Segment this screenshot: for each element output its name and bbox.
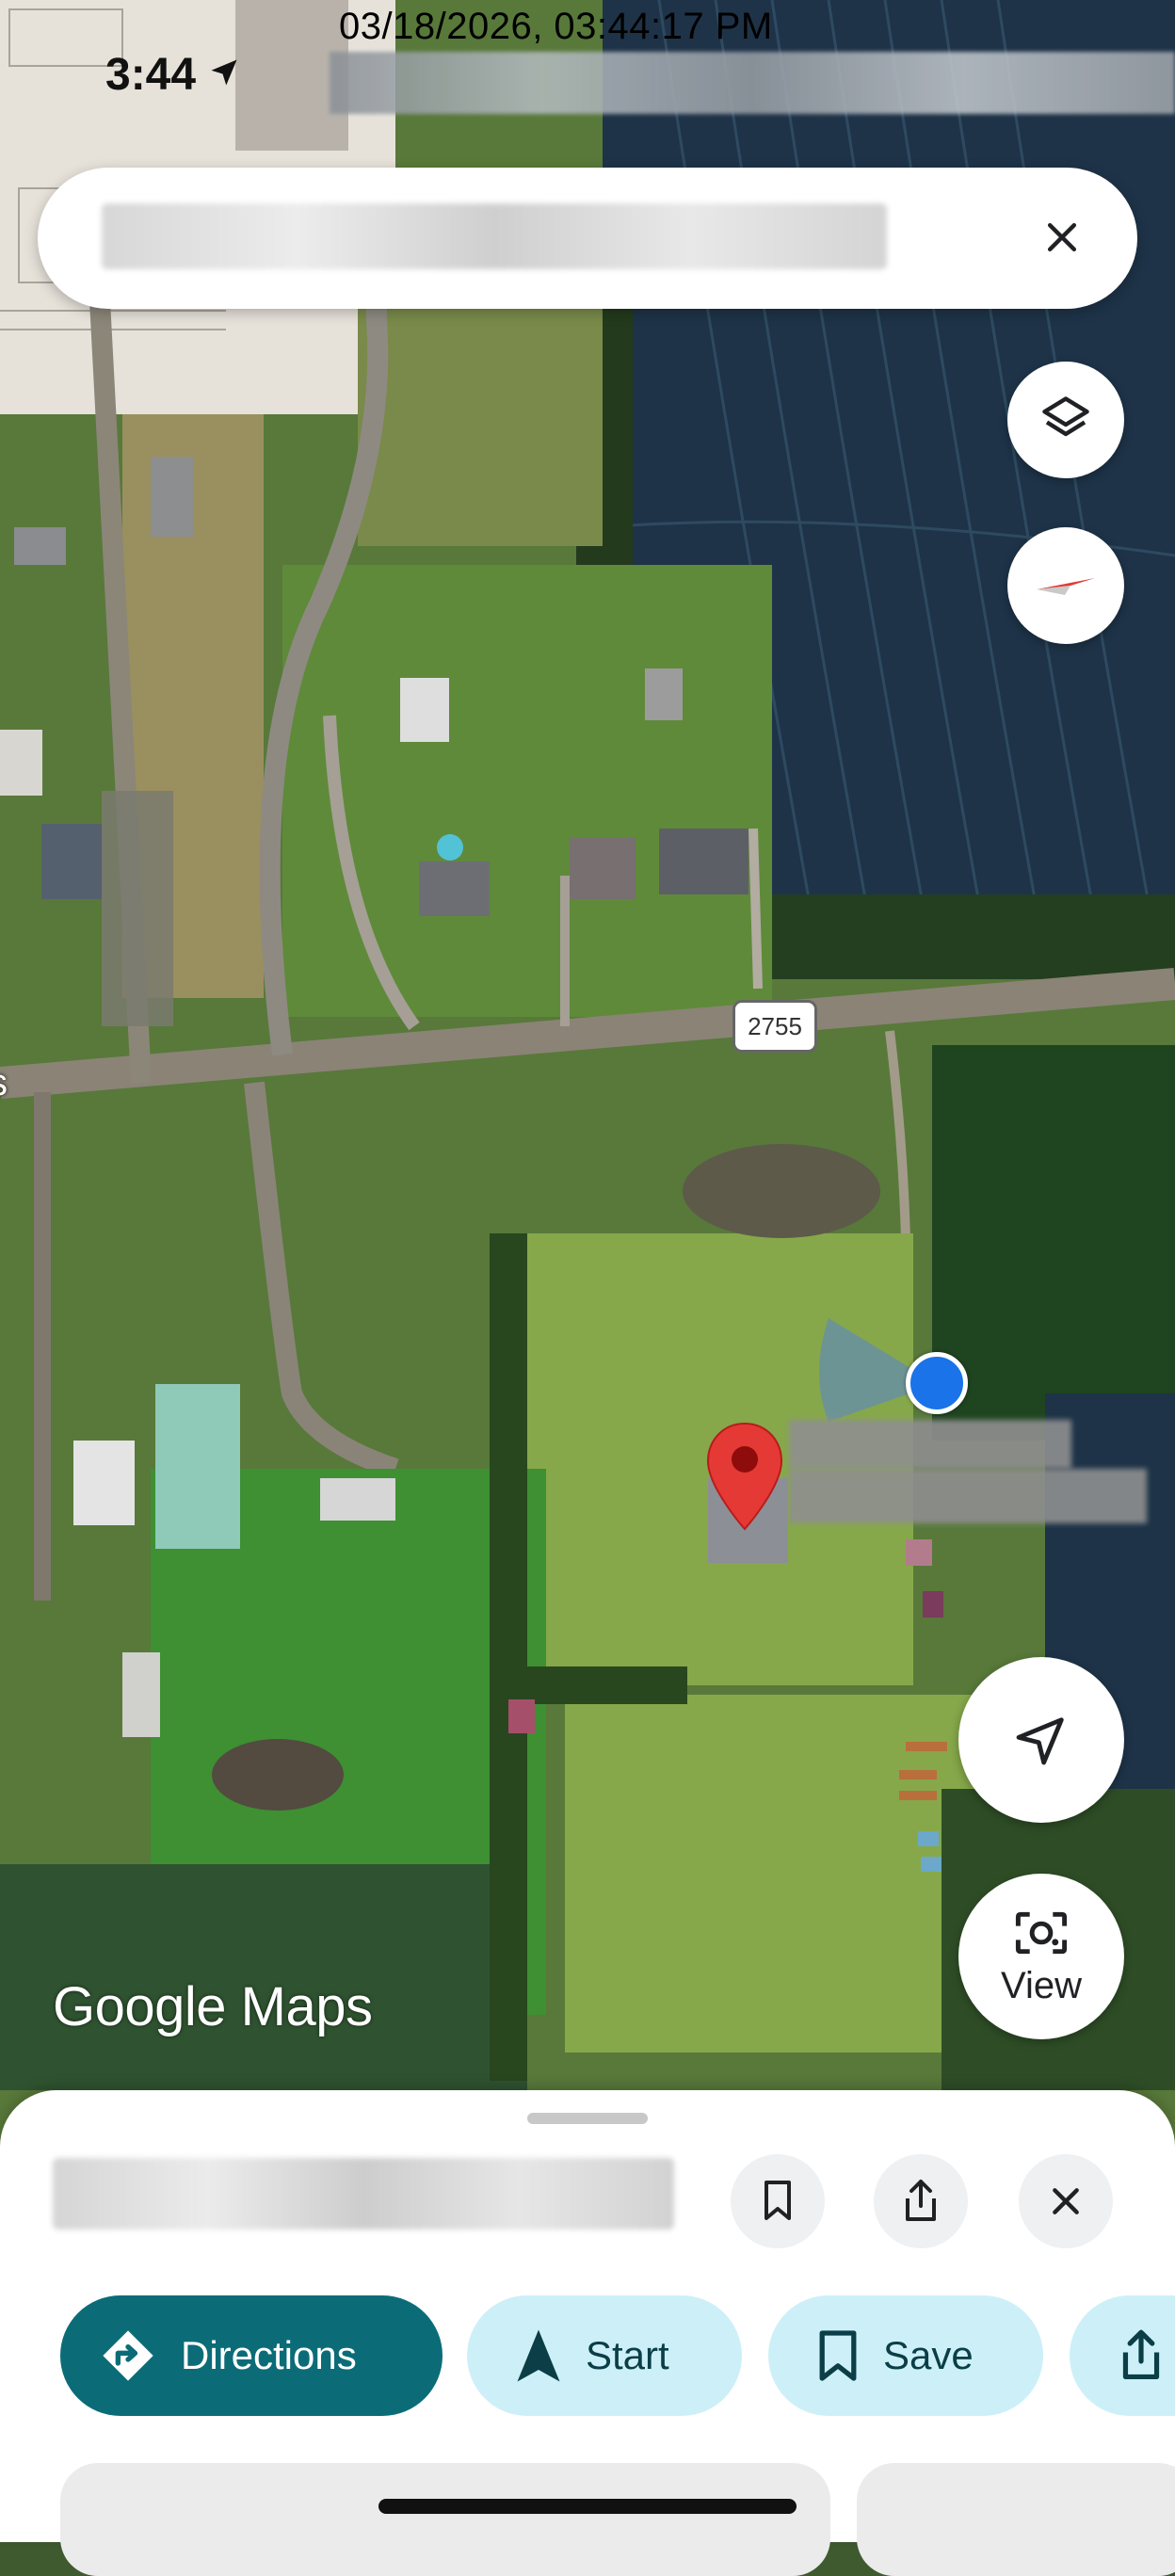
save-label: Save (883, 2333, 974, 2377)
capture-timestamp: 03/18/2026, 03:44:17 PM (339, 6, 773, 47)
directions-button[interactable]: Directions (60, 2295, 443, 2416)
my-location-button[interactable] (958, 1657, 1124, 1823)
place-bottom-sheet[interactable]: Directions Start Save (0, 2090, 1175, 2576)
compass-icon (1037, 578, 1095, 595)
close-sheet-button[interactable] (1019, 2154, 1113, 2248)
road-shield: 2755 (732, 1000, 817, 1053)
view-button-label: View (1001, 1964, 1082, 2006)
start-button[interactable]: Start (467, 2295, 742, 2416)
status-bar-redacted (330, 52, 1175, 114)
share-place-button[interactable] (874, 2154, 968, 2248)
navigation-outline-icon (1016, 1717, 1064, 1765)
start-label: Start (586, 2333, 669, 2377)
place-label-redacted-line2 (789, 1469, 1147, 1523)
compass-button[interactable] (1007, 527, 1124, 644)
place-label-redacted (789, 1420, 1071, 1469)
google-maps-logo: Google Maps (53, 1976, 373, 2037)
current-location-dot (906, 1352, 968, 1414)
status-time-label: 3:44 (105, 50, 197, 100)
layers-button[interactable] (1007, 362, 1124, 478)
view-button[interactable]: View (958, 1874, 1124, 2039)
directions-label: Directions (181, 2333, 357, 2377)
home-indicator[interactable] (378, 2499, 797, 2514)
share-button[interactable] (1070, 2295, 1175, 2416)
navigation-arrow-icon (517, 2329, 560, 2382)
share-icon (906, 2180, 936, 2221)
road-shield-label: 2755 (748, 1011, 802, 1040)
bookmark-icon (765, 2181, 791, 2220)
save-place-button[interactable] (731, 2154, 825, 2248)
close-icon (1053, 2188, 1079, 2214)
search-query-redacted[interactable] (102, 203, 887, 269)
preview-card[interactable] (857, 2463, 1175, 2576)
place-pin-icon[interactable] (704, 1420, 785, 1533)
bookmark-icon (819, 2330, 857, 2381)
save-button[interactable]: Save (768, 2295, 1043, 2416)
directions-icon (103, 2330, 153, 2381)
close-icon (1047, 222, 1077, 252)
share-icon (1122, 2329, 1160, 2380)
status-bar-time: 3:44 (105, 49, 241, 101)
sheet-drag-handle[interactable] (527, 2113, 648, 2124)
location-arrow-icon (207, 49, 241, 101)
preview-card[interactable] (60, 2463, 830, 2576)
layers-icon (1042, 396, 1089, 437)
place-title-redacted (53, 2158, 674, 2230)
search-clear-button[interactable] (1032, 207, 1092, 267)
action-chips-row[interactable]: Directions Start Save (60, 2295, 1175, 2416)
search-bar[interactable] (38, 168, 1137, 309)
map-edge-label: s (0, 1062, 8, 1104)
lens-icon (1015, 1911, 1068, 1954)
